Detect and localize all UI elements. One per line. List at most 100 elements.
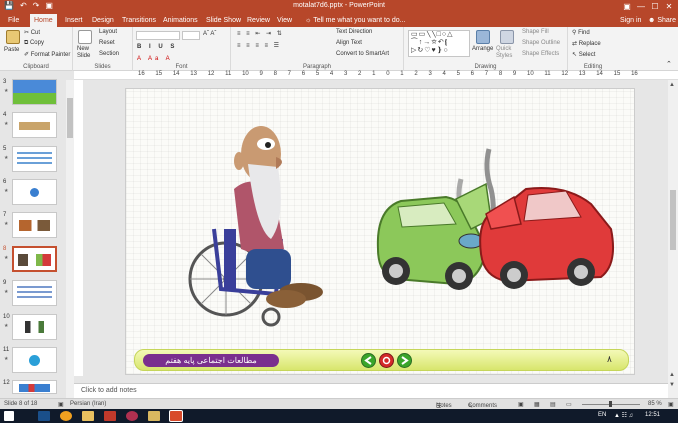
- font-size-combo[interactable]: [182, 31, 200, 40]
- tab-animations[interactable]: Animations: [159, 14, 202, 27]
- font-name-combo[interactable]: [136, 31, 180, 40]
- slide-thumbnail-10[interactable]: [12, 314, 57, 340]
- slide-thumbnail-12[interactable]: [12, 380, 57, 394]
- shapes-gallery[interactable]: ▭▭╲╲□○△ ⏜↑→☆↶❴ ▷↻♡♥❵○: [408, 30, 470, 57]
- old-man-wheelchair-illustration[interactable]: [188, 126, 323, 327]
- slide-canvas[interactable]: [125, 88, 635, 375]
- explorer-icon[interactable]: [82, 411, 94, 421]
- section-button[interactable]: Section: [99, 51, 119, 57]
- chrome-icon[interactable]: [60, 411, 72, 421]
- notes-pane[interactable]: Click to add notes: [74, 383, 668, 398]
- powerpoint-icon-1[interactable]: [104, 411, 116, 421]
- new-slide-icon[interactable]: [78, 30, 92, 44]
- media-icon[interactable]: [126, 411, 138, 421]
- spellcheck-icon[interactable]: ▣: [58, 401, 64, 408]
- replace-button[interactable]: ⇄ Replace: [572, 40, 601, 47]
- tray-icons[interactable]: ▲ ☷ ♫: [614, 412, 633, 419]
- cut-button[interactable]: ✂ Cut: [24, 29, 40, 36]
- slide-thumbnail-6[interactable]: [12, 179, 57, 205]
- convert-smartart-button[interactable]: Convert to SmartArt: [336, 51, 389, 57]
- folder-icon[interactable]: [148, 411, 160, 421]
- thumbnail-number: 6: [3, 179, 7, 185]
- scroll-up-icon[interactable]: ▲: [669, 82, 675, 88]
- home-button[interactable]: [379, 353, 394, 368]
- slide-sorter-icon[interactable]: ▦: [534, 401, 540, 408]
- thumbnail-scrollbar[interactable]: [66, 80, 74, 398]
- slide-thumbnail-7[interactable]: [12, 212, 57, 238]
- shape-fill-button[interactable]: Shape Fill: [522, 29, 549, 35]
- green-car-illustration[interactable]: [376, 182, 492, 290]
- minimize-button[interactable]: —: [634, 0, 648, 13]
- fit-slide-icon[interactable]: ▣: [668, 401, 674, 408]
- reading-view-icon[interactable]: ▤: [550, 401, 556, 408]
- select-button[interactable]: ↖ Select: [572, 51, 595, 58]
- share-button[interactable]: ☻ Share: [648, 14, 676, 27]
- clock[interactable]: 12:51: [645, 412, 660, 418]
- slide-scrollbar[interactable]: ▲ ▲ ▼: [668, 80, 678, 398]
- ruler-tick: 0: [386, 71, 390, 77]
- tell-me-box[interactable]: ☼ Tell me what you want to do...: [305, 14, 405, 27]
- group-drawing: ▭▭╲╲□○△ ⏜↑→☆↶❴ ▷↻♡♥❵○ Arrange Quick Styles…: [404, 27, 568, 71]
- slides-group-label: Slides: [94, 64, 111, 70]
- text-direction-button[interactable]: Text Direction: [336, 29, 372, 35]
- tab-home[interactable]: Home: [30, 14, 57, 27]
- font-color-icon[interactable]: A Aa A: [137, 56, 173, 62]
- quick-styles-button[interactable]: Quick Styles: [496, 46, 516, 60]
- red-car-illustration[interactable]: [479, 187, 614, 289]
- powerpoint-icon-active[interactable]: [169, 410, 183, 422]
- next-slide-button[interactable]: [397, 353, 412, 368]
- tab-view[interactable]: View: [273, 14, 296, 27]
- slide-thumbnail-3[interactable]: [12, 79, 57, 105]
- tab-transitions[interactable]: Transitions: [118, 14, 160, 27]
- slide-thumbnail-4[interactable]: [12, 112, 57, 138]
- layout-button[interactable]: Layout: [99, 29, 117, 35]
- tab-insert[interactable]: Insert: [61, 14, 87, 27]
- previous-slide-icon[interactable]: ▲: [669, 372, 675, 378]
- grow-font-icon[interactable]: Aˆ Aˇ: [203, 31, 216, 37]
- slideshow-icon[interactable]: ▭: [566, 401, 572, 408]
- align-icons[interactable]: ≡ ≡ ≡ ≡ ☰: [237, 42, 281, 49]
- tab-slide-show[interactable]: Slide Show: [202, 14, 245, 27]
- slide-thumbnail-8[interactable]: [12, 246, 57, 272]
- font-format-buttons[interactable]: B I U S: [137, 44, 177, 50]
- ribbon-display-icon[interactable]: ▣: [620, 0, 634, 13]
- slide-thumbnail-11[interactable]: [12, 347, 57, 373]
- list-icons[interactable]: ≡ ≡ ⇤ ⇥ ⇅: [237, 30, 284, 37]
- next-slide-icon[interactable]: ▼: [669, 382, 675, 388]
- tab-review[interactable]: Review: [243, 14, 274, 27]
- reset-button[interactable]: Reset: [99, 40, 115, 46]
- maximize-button[interactable]: ☐: [648, 0, 662, 13]
- collapse-ribbon-icon[interactable]: ⌃: [666, 60, 672, 68]
- thumbnail-number: 3: [3, 79, 7, 85]
- notes-placeholder: Click to add notes: [81, 387, 137, 394]
- windows-start-icon[interactable]: [4, 411, 14, 421]
- tab-design[interactable]: Design: [88, 14, 118, 27]
- sign-in-link[interactable]: Sign in: [620, 14, 641, 27]
- language-tray[interactable]: EN: [598, 412, 606, 418]
- close-button[interactable]: ✕: [662, 0, 676, 13]
- previous-slide-button[interactable]: [361, 353, 376, 368]
- arrange-icon[interactable]: [476, 30, 490, 44]
- normal-view-icon[interactable]: ▣: [518, 401, 524, 408]
- scroll-thumb[interactable]: [670, 190, 676, 250]
- format-painter-button[interactable]: ✐ Format Painter: [24, 51, 70, 58]
- zoom-level[interactable]: 85 %: [648, 401, 662, 407]
- find-button[interactable]: ⚲ Find: [572, 29, 590, 36]
- slide-thumbnail-5[interactable]: [12, 146, 57, 172]
- group-slides: New Slide Layout Reset Section Slides: [73, 27, 133, 71]
- slide-thumbnail-9[interactable]: [12, 280, 57, 306]
- arrange-button[interactable]: Arrange: [472, 46, 493, 52]
- shape-effects-button[interactable]: Shape Effects: [522, 51, 559, 57]
- zoom-slider-handle[interactable]: [609, 401, 612, 407]
- quick-styles-icon[interactable]: [500, 30, 514, 44]
- tab-file[interactable]: File: [4, 14, 23, 27]
- new-slide-button[interactable]: New Slide: [77, 46, 95, 60]
- thumbnail-scroll-thumb[interactable]: [67, 98, 73, 138]
- copy-button[interactable]: ⧉ Copy: [24, 40, 44, 47]
- shape-outline-button[interactable]: Shape Outline: [522, 40, 560, 46]
- paste-icon[interactable]: [6, 30, 20, 44]
- align-text-button[interactable]: Align Text: [336, 40, 362, 46]
- language-indicator[interactable]: Persian (Iran): [70, 401, 106, 407]
- paste-button[interactable]: Paste: [4, 47, 19, 53]
- ie-icon[interactable]: [38, 411, 50, 421]
